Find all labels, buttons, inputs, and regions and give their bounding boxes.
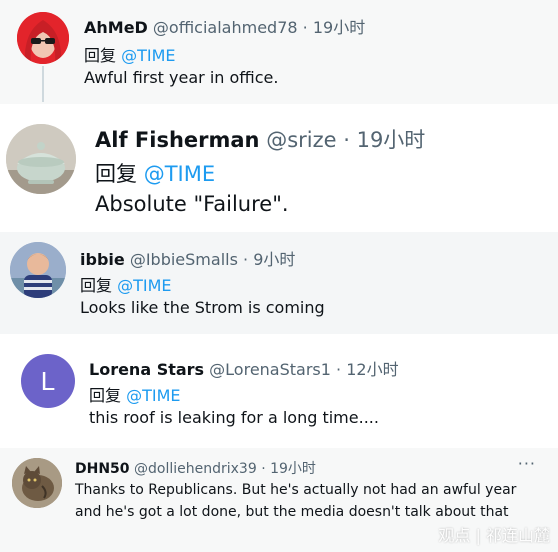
reply-label: 回复 [95,162,137,186]
user-handle[interactable]: @officialahmed78 [153,18,298,37]
reply-header: Alf Fisherman @srize · 19小时 [95,124,425,154]
display-name[interactable]: DHN50 [75,461,130,477]
reply-text: Looks like the Strom is coming [80,298,325,317]
reply-to-line: 回复 @TIME [95,158,215,188]
reply-card-alf[interactable]: Alf Fisherman @srize · 19小时 回复 @TIME Abs… [0,112,558,224]
reply-label: 回复 [84,46,117,65]
user-handle[interactable]: @srize [266,128,336,152]
avatar-alf[interactable] [6,124,76,194]
timestamp[interactable]: · 19小时 [261,461,316,477]
reply-header: Lorena Stars @LorenaStars1 · 12小时 [89,356,399,380]
timestamp[interactable]: · 19小时 [343,128,425,152]
display-name[interactable]: Lorena Stars [89,360,204,379]
reply-to-line: 回复 @TIME [80,272,172,296]
cat-photo-avatar [12,458,62,508]
reply-card-ahmed[interactable]: AhMeD @officialahmed78 · 19小时 回复 @TIME A… [0,0,558,104]
reply-to-line: 回复 @TIME [89,382,181,406]
thread-connector [42,66,44,102]
avatar-dhn50[interactable] [12,458,62,508]
user-handle[interactable]: @IbbieSmalls [130,250,238,269]
reply-card-lorena[interactable]: L Lorena Stars @LorenaStars1 · 12小时 回复 @… [0,340,558,444]
reply-card-ibbie[interactable]: ibbie @IbbieSmalls · 9小时 回复 @TIME Looks … [0,232,558,334]
reply-text-line-1: Thanks to Republicans. But he's actually… [75,482,517,498]
timestamp[interactable]: · 9小时 [243,250,295,269]
user-handle[interactable]: @dolliehendrix39 [134,461,257,477]
porcelain-bowl-avatar [6,124,76,194]
child-photo-avatar [10,242,66,298]
display-name[interactable]: ibbie [80,250,125,269]
reply-label: 回复 [89,386,122,405]
red-haired-sunglasses-avatar [17,12,69,64]
mention-link[interactable]: @TIME [144,162,215,186]
reply-header: AhMeD @officialahmed78 · 19小时 [84,14,365,38]
user-handle[interactable]: @LorenaStars1 [209,360,331,379]
mention-link[interactable]: @TIME [121,46,175,65]
mention-link[interactable]: @TIME [126,386,180,405]
reply-text: this roof is leaking for a long time.... [89,408,379,427]
letter-avatar[interactable]: L [21,354,75,408]
more-options-icon[interactable]: ··· [518,454,536,473]
watermark: 观点 | 祁连山麓 [438,526,550,545]
timestamp[interactable]: · 12小时 [336,360,399,379]
timestamp[interactable]: · 19小时 [303,18,366,37]
avatar-ibbie[interactable] [10,242,66,298]
reply-header: DHN50 @dolliehendrix39 · 19小时 [75,458,316,478]
mention-link[interactable]: @TIME [117,276,171,295]
display-name[interactable]: Alf Fisherman [95,128,260,152]
reply-text: Absolute "Failure". [95,192,289,216]
avatar-ahmed[interactable] [17,12,69,64]
reply-text: Awful first year in office. [84,68,279,87]
reply-text-line-2: and he's got a lot done, but the media d… [75,504,509,520]
reply-to-line: 回复 @TIME [84,42,176,66]
display-name[interactable]: AhMeD [84,18,148,37]
reply-label: 回复 [80,276,113,295]
reply-header: ibbie @IbbieSmalls · 9小时 [80,246,295,270]
